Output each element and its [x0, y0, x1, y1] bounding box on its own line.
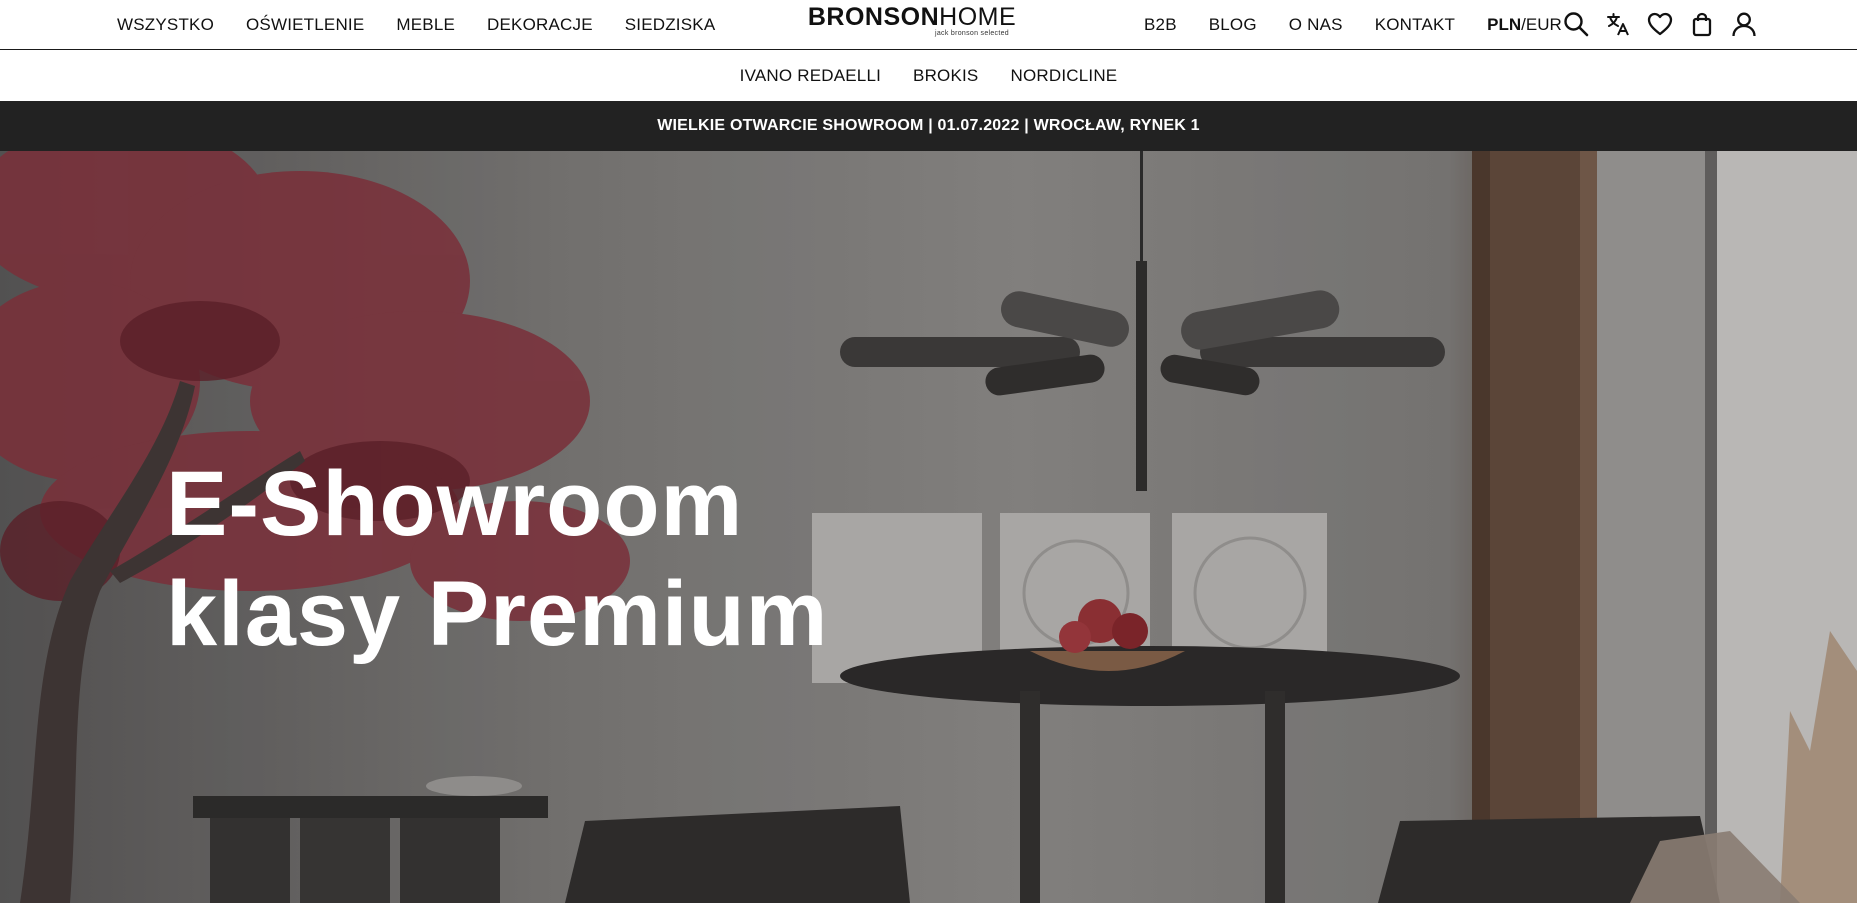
brand-link-nordicline[interactable]: NORDICLINE: [1010, 66, 1117, 86]
nav-link-oswietlenie[interactable]: OŚWIETLENIE: [246, 15, 364, 35]
announcement-text[interactable]: WIELKIE OTWARCIE SHOWROOM | 01.07.2022 |…: [657, 117, 1200, 135]
top-navigation: WSZYSTKO OŚWIETLENIE MEBLE DEKORACJE SIE…: [0, 0, 1857, 50]
hero-banner[interactable]: E-Showroom klasy Premium: [0, 151, 1857, 903]
currency-switcher[interactable]: PLN/EUR: [1487, 15, 1562, 35]
hero-title-line-2: klasy Premium: [166, 562, 829, 665]
hero-title-line-1: E-Showroom: [166, 452, 744, 555]
site-logo[interactable]: BRONSONHOME jack bronson selected: [807, 4, 1017, 44]
currency-other[interactable]: EUR: [1526, 15, 1562, 34]
logo-tagline: jack bronson selected: [934, 30, 1009, 37]
logo-wordmark: BRONSONHOME: [807, 3, 1017, 31]
bag-icon[interactable]: [1688, 10, 1716, 38]
user-icon[interactable]: [1730, 10, 1758, 38]
nav-link-wszystko[interactable]: WSZYSTKO: [117, 15, 214, 35]
search-icon[interactable]: [1562, 10, 1590, 38]
nav-link-kontakt[interactable]: KONTAKT: [1375, 15, 1455, 35]
header-icons: [1562, 8, 1758, 40]
hero-title: E-Showroom klasy Premium: [166, 449, 926, 669]
nav-link-dekoracje[interactable]: DEKORACJE: [487, 15, 593, 35]
nav-link-blog[interactable]: BLOG: [1209, 15, 1257, 35]
nav-link-siedziska[interactable]: SIEDZISKA: [625, 15, 716, 35]
brand-link-ivano-redaelli[interactable]: IVANO REDAELLI: [740, 66, 881, 86]
nav-link-meble[interactable]: MEBLE: [396, 15, 455, 35]
nav-link-b2b[interactable]: B2B: [1144, 15, 1177, 35]
nav-link-o-nas[interactable]: O NAS: [1289, 15, 1343, 35]
translate-icon[interactable]: [1604, 10, 1632, 38]
info-nav: B2B BLOG O NAS KONTAKT PLN/EUR: [1144, 0, 1562, 49]
brand-link-brokis[interactable]: BROKIS: [913, 66, 978, 86]
category-nav: WSZYSTKO OŚWIETLENIE MEBLE DEKORACJE SIE…: [117, 0, 715, 49]
brand-nav: IVANO REDAELLI BROKIS NORDICLINE: [0, 50, 1857, 101]
heart-icon[interactable]: [1646, 10, 1674, 38]
announcement-bar: WIELKIE OTWARCIE SHOWROOM | 01.07.2022 |…: [0, 101, 1857, 151]
currency-active[interactable]: PLN: [1487, 15, 1521, 34]
